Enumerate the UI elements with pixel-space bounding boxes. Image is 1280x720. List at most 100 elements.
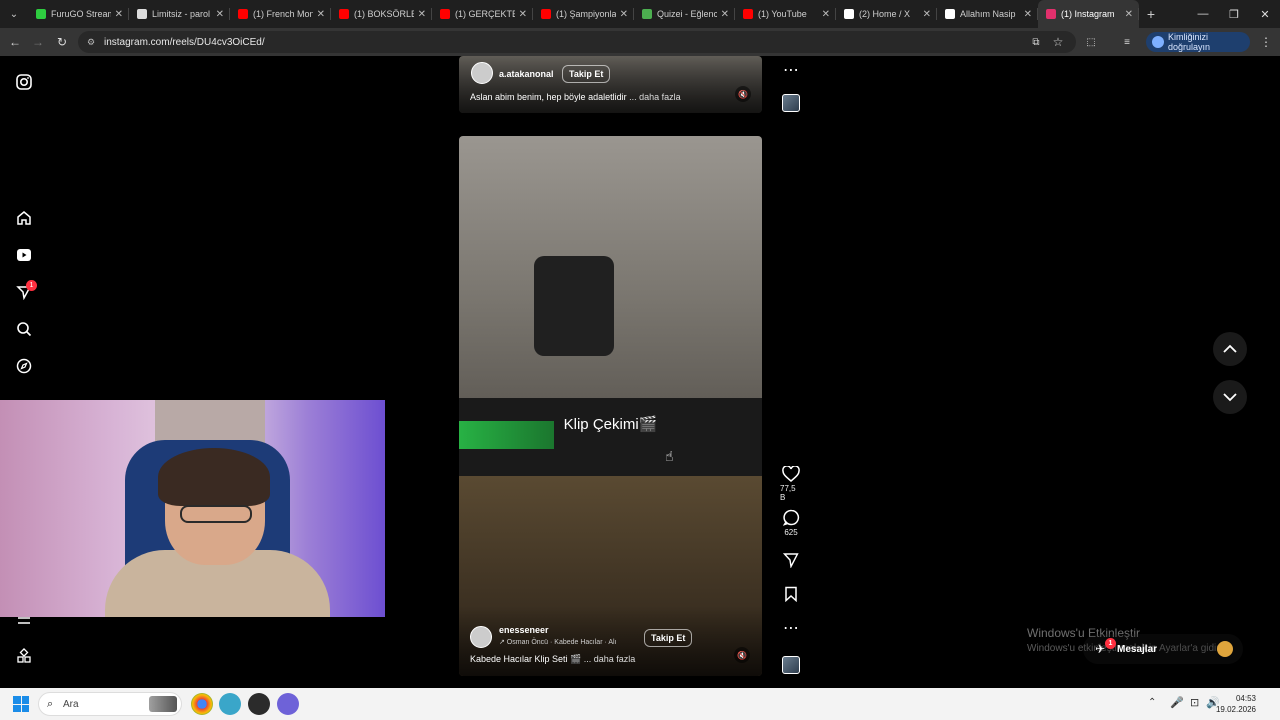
tab-label: Quizei - Eğlenc <box>657 9 717 19</box>
reel-username[interactable]: a.atakanonal <box>499 69 554 79</box>
tab-close-icon[interactable]: ✕ <box>923 9 931 20</box>
previous-reel-button[interactable] <box>1213 332 1247 366</box>
reel-video-previous[interactable]: a.atakanonal Takip Et Aslan abim benim, … <box>459 56 762 113</box>
tab-close-icon[interactable]: ✕ <box>1024 9 1032 20</box>
site-info-icon[interactable]: ⚙ <box>87 37 95 48</box>
person-hair-image <box>158 448 270 506</box>
follow-button[interactable]: Takip Et <box>562 65 611 83</box>
save-button[interactable] <box>780 586 802 602</box>
explore-icon[interactable] <box>14 356 34 376</box>
search-icon[interactable] <box>14 319 34 339</box>
audio-track[interactable]: ↗ Osman Öncü · Kabede Hacılar · Alı <box>499 638 617 646</box>
tab-close-icon[interactable]: ✕ <box>519 9 527 20</box>
microphone-icon[interactable]: 🎤 <box>1170 696 1184 709</box>
forward-button[interactable]: → <box>28 32 48 52</box>
bookmark-star-icon[interactable]: ☆ <box>1048 32 1068 52</box>
extensions-icon[interactable]: ⬚ <box>1081 32 1101 52</box>
follow-button[interactable]: Takip Et <box>644 629 693 647</box>
tab-label: (1) Instagram <box>1061 9 1115 19</box>
tab-favicon-icon <box>440 9 450 19</box>
mute-toggle-icon[interactable]: 🔇 <box>735 86 751 102</box>
bookmark-icon <box>785 586 797 602</box>
avatar[interactable] <box>471 62 493 84</box>
browser-tab[interactable]: Limitsiz - parol ✕ <box>129 0 230 28</box>
browser-tab[interactable]: (1) Instagram ✕ <box>1038 0 1139 28</box>
maximize-button[interactable]: ❐ <box>1218 0 1250 28</box>
also-from-meta-icon[interactable] <box>14 646 34 666</box>
caption-more-link[interactable]: ... daha fazla <box>584 654 636 664</box>
app-icon[interactable] <box>248 693 270 715</box>
share-icon <box>783 553 799 568</box>
start-button[interactable] <box>13 696 29 712</box>
more-options-icon-top[interactable]: ⋯ <box>780 60 802 80</box>
back-button[interactable]: ← <box>5 32 25 52</box>
tab-close-icon[interactable]: ✕ <box>721 9 729 20</box>
identity-verify-button[interactable]: Kimliğinizi doğrulayın <box>1146 32 1250 52</box>
messages-button[interactable]: ✈ 1 Mesajlar <box>1083 634 1243 664</box>
reels-icon[interactable] <box>14 245 34 265</box>
browser-tab[interactable]: (2) Home / X ✕ <box>836 0 937 28</box>
webcam-overlay <box>0 400 385 617</box>
browser-tab[interactable]: (1) French Mon ✕ <box>230 0 331 28</box>
share-button[interactable] <box>780 552 802 568</box>
tab-favicon-icon <box>36 9 46 19</box>
close-window-button[interactable]: ✕ <box>1249 0 1280 28</box>
address-bar[interactable]: ⚙ instagram.com/reels/DU4cv3OiCEd/ <box>78 31 1076 53</box>
taskbar-search[interactable]: ⌕ Ara <box>38 692 182 716</box>
tab-label: (1) GERÇEKTEN <box>455 9 515 19</box>
reload-button[interactable]: ↻ <box>52 32 72 52</box>
app-icon[interactable] <box>219 693 241 715</box>
tab-close-icon[interactable]: ✕ <box>115 9 123 20</box>
direct-messages-icon[interactable]: 1 <box>14 280 37 302</box>
tab-close-icon[interactable]: ✕ <box>317 9 325 20</box>
chevron-down-icon <box>1223 393 1237 402</box>
tab-search-button[interactable]: ⌄ <box>0 0 28 28</box>
caption-text: Aslan abim benim, hep böyle adaletlidir <box>470 92 627 102</box>
browser-tab[interactable]: Quizei - Eğlenc ✕ <box>634 0 735 28</box>
browser-tab[interactable]: (1) Şampiyonla ✕ <box>533 0 634 28</box>
show-hidden-icons-icon[interactable]: ⌃ <box>1148 697 1156 708</box>
clock-date: 19.02.2026 <box>1215 705 1256 714</box>
tab-strip: ⌄ FuruGO Stream ✕ Limitsiz - parol ✕ (1) Fre… <box>0 0 1280 28</box>
messages-badge: 1 <box>1105 638 1116 649</box>
tab-close-icon[interactable]: ✕ <box>620 9 628 20</box>
more-options-icon[interactable]: ⋯ <box>780 618 802 638</box>
avatar[interactable] <box>470 626 492 648</box>
chrome-app-icon[interactable] <box>191 693 213 715</box>
tab-label: (1) French Mon <box>253 9 313 19</box>
discord-app-icon[interactable] <box>277 693 299 715</box>
home-icon[interactable] <box>14 208 34 228</box>
like-button[interactable]: 77,5 B <box>780 466 802 502</box>
tab-label: Limitsiz - parol <box>152 9 211 19</box>
system-clock[interactable]: 04:53 19.02.2026 <box>1216 693 1256 715</box>
mute-toggle-icon[interactable]: 🔇 <box>734 647 750 663</box>
caption-text: Kabede Hacılar Klip Seti 🎬 <box>470 654 582 664</box>
instagram-logo-icon[interactable] <box>14 72 34 92</box>
tab-close-icon[interactable]: ✕ <box>1125 9 1133 20</box>
tab-label: (1) BOKSÖRLER <box>354 9 414 19</box>
next-reel-button[interactable] <box>1213 380 1247 414</box>
caption-more-link[interactable]: ... daha fazla <box>629 92 681 102</box>
tab-label: (1) YouTube <box>758 9 807 19</box>
browser-tab[interactable]: Allahım Nasip ✕ <box>937 0 1038 28</box>
browser-tab[interactable]: FuruGO Stream ✕ <box>28 0 129 28</box>
reel-video-current[interactable]: Klip Çekimi🎬 enesseneer ↗ Osman Öncü · K… <box>459 136 762 676</box>
network-icon[interactable]: ⊡ <box>1190 696 1199 709</box>
audio-thumbnail[interactable] <box>782 94 800 112</box>
windows-taskbar: ⌕ Ara ⌃ 🎤 ⊡ 🔊 04:53 19.02.2026 <box>0 688 1280 720</box>
new-tab-button[interactable]: + <box>1139 6 1163 22</box>
tab-close-icon[interactable]: ✕ <box>216 9 224 20</box>
reel-username[interactable]: enesseneer <box>499 625 549 635</box>
browser-tab[interactable]: (1) YouTube ✕ <box>735 0 836 28</box>
browser-menu-icon[interactable]: ⋮ <box>1256 32 1276 52</box>
browser-tab[interactable]: (1) BOKSÖRLER ✕ <box>331 0 432 28</box>
caption-gradient <box>459 56 762 113</box>
comment-button[interactable]: 625 <box>780 509 802 537</box>
tab-close-icon[interactable]: ✕ <box>418 9 426 20</box>
audio-thumbnail[interactable] <box>782 656 800 674</box>
browser-tab[interactable]: (1) GERÇEKTEN ✕ <box>432 0 533 28</box>
tab-close-icon[interactable]: ✕ <box>822 9 830 20</box>
reading-list-icon[interactable]: ≡ <box>1117 32 1137 52</box>
install-app-icon[interactable]: ⧉ <box>1026 32 1046 52</box>
minimize-button[interactable]: — <box>1187 0 1219 28</box>
